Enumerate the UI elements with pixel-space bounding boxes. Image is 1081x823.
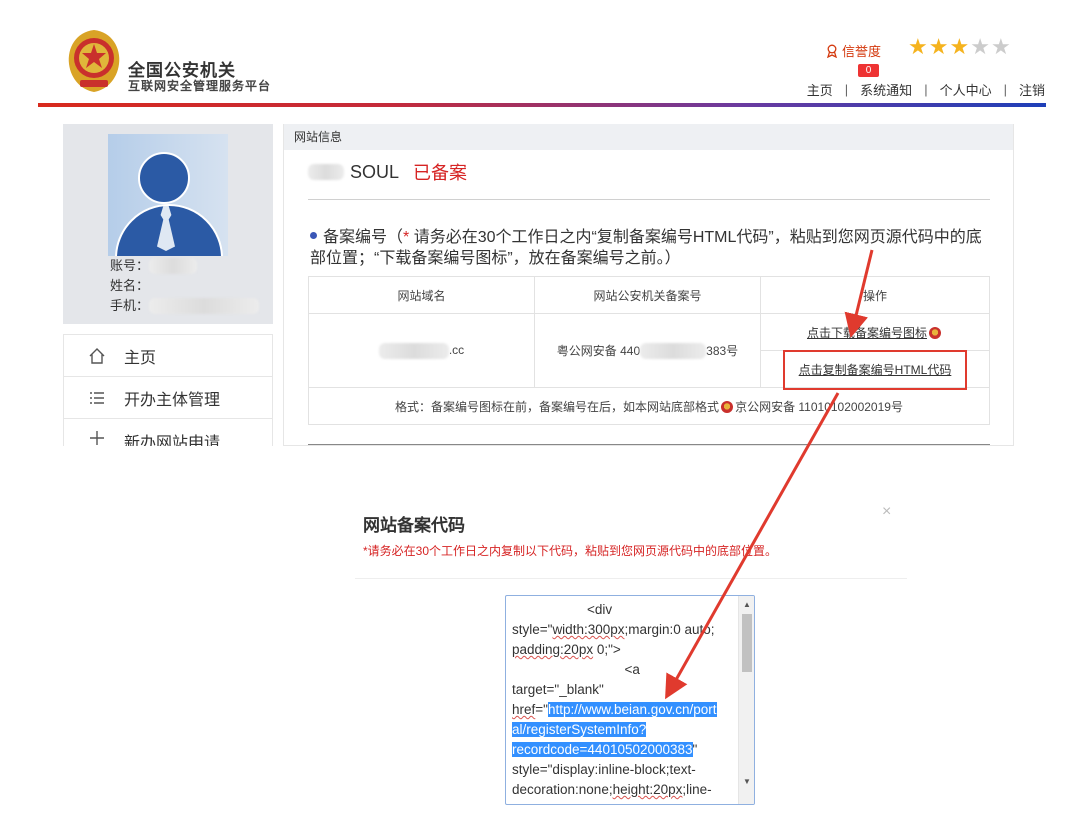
download-cell: 点击下载备案编号图标 — [760, 313, 990, 351]
divider — [308, 444, 990, 445]
star-icon: ★ — [908, 34, 928, 59]
close-icon[interactable]: × — [882, 503, 891, 521]
website-info-panel: 网站信息 SOUL 已备案 备案编号（* 请务必在30个工作日之内“复制备案编号… — [283, 124, 1014, 446]
police-badge-icon — [721, 401, 734, 414]
dialog-title: 网站备案代码 — [363, 516, 465, 535]
credit-rating: 信誉度 — [825, 41, 881, 60]
redacted-domain — [378, 342, 449, 359]
account-label: 账号： — [110, 258, 150, 273]
vertical-scrollbar[interactable]: ▲ ▼ — [738, 596, 754, 804]
credit-label: 信誉度 — [842, 44, 882, 59]
sidebar-item-new-website[interactable]: 新办网站申请 — [63, 418, 273, 446]
nav-home[interactable]: 主页 — [807, 80, 833, 99]
nav-notifications[interactable]: 系统通知 — [860, 80, 912, 99]
user-profile-card: 账号： 姓名： 手机： — [63, 124, 273, 324]
record-suffix: 383号 — [706, 343, 739, 358]
sidebar-item-home[interactable]: 主页 — [63, 334, 273, 376]
code-content[interactable]: <div style="width:300px;margin:0 auto; p… — [512, 600, 740, 800]
sidebar-item-label: 新办网站申请 — [124, 435, 221, 446]
name-label: 姓名： — [110, 278, 150, 293]
police-badge-icon — [929, 327, 941, 340]
divider — [308, 199, 990, 200]
highlight-box — [783, 350, 967, 390]
beian-instructions: 备案编号（* 请务必在30个工作日之内“复制备案编号HTML代码”，粘贴到您网页… — [310, 227, 990, 269]
bullet-icon — [310, 232, 317, 240]
beian-prefix: 备案编号（ — [323, 229, 404, 246]
top-nav: 主页 | 系统通知 | 个人中心 | 注销 — [807, 80, 1045, 99]
sidebar-item-label: 主页 — [124, 349, 157, 367]
record-cell: 粤公网安备 440 383号 — [534, 313, 761, 388]
avatar — [108, 134, 228, 256]
phone-label: 手机： — [110, 298, 150, 313]
site-status: 已备案 — [413, 163, 468, 183]
scroll-thumb[interactable] — [742, 614, 752, 672]
section-title: 网站信息 — [284, 124, 1013, 150]
header-divider — [38, 103, 1046, 107]
nav-profile[interactable]: 个人中心 — [940, 80, 992, 99]
police-emblem-icon — [68, 30, 120, 92]
notice-count-badge: 0 — [858, 64, 879, 77]
col-header-actions: 操作 — [760, 276, 990, 314]
sidebar-item-entity-management[interactable]: 开办主体管理 — [63, 376, 273, 418]
redacted-record — [640, 343, 707, 360]
record-prefix: 粤公网安备 440 — [556, 343, 641, 358]
plus-icon — [90, 431, 104, 445]
profile-info: 账号： 姓名： 手机： — [110, 256, 260, 316]
beian-text: 请务必在30个工作日之内“复制备案编号HTML代码”，粘贴到您网页源代码中的底部… — [310, 229, 982, 267]
platform-subtitle: 互联网安全管理服务平台 — [128, 79, 272, 93]
star-icon: ★ — [990, 34, 1011, 59]
domain-suffix: .cc — [448, 342, 465, 357]
redacted-phone — [149, 298, 260, 314]
site-name: SOUL — [350, 161, 400, 182]
nav-separator: | — [844, 82, 849, 97]
code-textarea[interactable]: <div style="width:300px;margin:0 auto; p… — [505, 595, 755, 805]
home-icon — [89, 347, 105, 364]
redacted-site-prefix — [308, 164, 344, 180]
star-icon: ★ — [949, 34, 970, 59]
nav-logout[interactable]: 注销 — [1019, 80, 1045, 99]
dialog-divider — [355, 578, 907, 579]
redacted-account — [149, 258, 198, 274]
credit-stars: ★ ★ ★ ★ ★ — [908, 36, 1011, 58]
format-prefix: 格式：备案编号图标在前，备案编号在后，如本网站底部格式 — [395, 399, 720, 414]
list-icon — [90, 391, 104, 404]
sidebar-item-label: 开办主体管理 — [124, 391, 221, 409]
site-header: 全国公安机关 互联网安全管理服务平台 信誉度 ★ ★ ★ ★ ★ 0 主页 | … — [0, 0, 1081, 110]
site-title: SOUL 已备案 — [308, 159, 467, 185]
award-icon — [827, 44, 837, 58]
star-icon: ★ — [928, 34, 949, 59]
domain-cell: .cc — [308, 313, 535, 388]
dialog-hint: *请务必在30个工作日之内复制以下代码，粘贴到您网页源代码中的底部位置。 — [363, 544, 778, 558]
sidebar-menu: 主页 开办主体管理 新办网站申请 — [63, 334, 273, 446]
format-row: 格式：备案编号图标在前，备案编号在后，如本网站底部格式 京公网安备 1101010… — [308, 387, 990, 425]
scroll-down-icon[interactable]: ▼ — [743, 777, 751, 786]
col-header-record: 网站公安机关备案号 — [534, 276, 761, 314]
nav-separator: | — [1003, 82, 1007, 97]
col-header-domain: 网站域名 — [308, 276, 535, 314]
format-example: 京公网安备 11010102002019号 — [735, 399, 903, 414]
download-icon-link[interactable]: 点击下载备案编号图标 — [807, 326, 927, 340]
star-icon: ★ — [970, 34, 990, 59]
nav-separator: | — [924, 82, 928, 97]
scroll-up-icon[interactable]: ▲ — [743, 600, 751, 609]
